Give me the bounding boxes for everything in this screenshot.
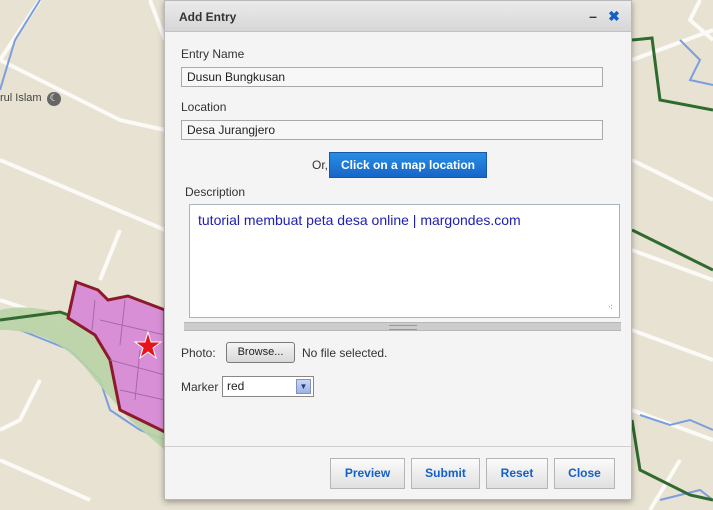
entry-name-input[interactable]: Dusun Bungkusan (181, 67, 603, 87)
dialog-titlebar[interactable]: Add Entry – ✖ (165, 1, 631, 32)
map-place-label: rul Islam (0, 92, 42, 104)
location-label: Location (181, 100, 227, 114)
file-status: No file selected. (302, 346, 388, 360)
entry-name-label: Entry Name (181, 47, 245, 61)
splitter-grip-icon (389, 325, 417, 330)
close-button[interactable]: Close (554, 458, 615, 489)
or-label: Or, (312, 158, 329, 172)
chevron-down-icon[interactable]: ▼ (296, 379, 311, 394)
resize-grip-icon[interactable]: ⁖ (608, 303, 613, 312)
crescent-icon: ☾ (47, 92, 61, 106)
submit-button[interactable]: Submit (411, 458, 480, 489)
location-input[interactable]: Desa Jurangjero (181, 120, 603, 140)
map-location-button[interactable]: Click on a map location (329, 152, 487, 178)
description-text: tutorial membuat peta desa online | marg… (198, 212, 521, 228)
description-label: Description (185, 185, 246, 199)
description-splitter[interactable] (184, 322, 621, 331)
dialog-title: Add Entry (179, 10, 237, 24)
photo-label: Photo: (181, 346, 216, 360)
browse-button[interactable]: Browse... (226, 342, 295, 363)
footer-divider (165, 446, 631, 447)
preview-button[interactable]: Preview (330, 458, 405, 489)
marker-select-value: red (227, 379, 245, 393)
marker-label: Marker (181, 380, 219, 394)
add-entry-dialog: Add Entry – ✖ Entry Name Dusun Bungkusan… (164, 0, 632, 500)
description-textarea[interactable]: tutorial membuat peta desa online | marg… (189, 204, 620, 318)
close-icon[interactable]: ✖ (607, 9, 621, 23)
reset-button[interactable]: Reset (486, 458, 548, 489)
minimize-icon[interactable]: – (586, 9, 600, 23)
marker-select[interactable]: red ▼ (222, 376, 314, 397)
